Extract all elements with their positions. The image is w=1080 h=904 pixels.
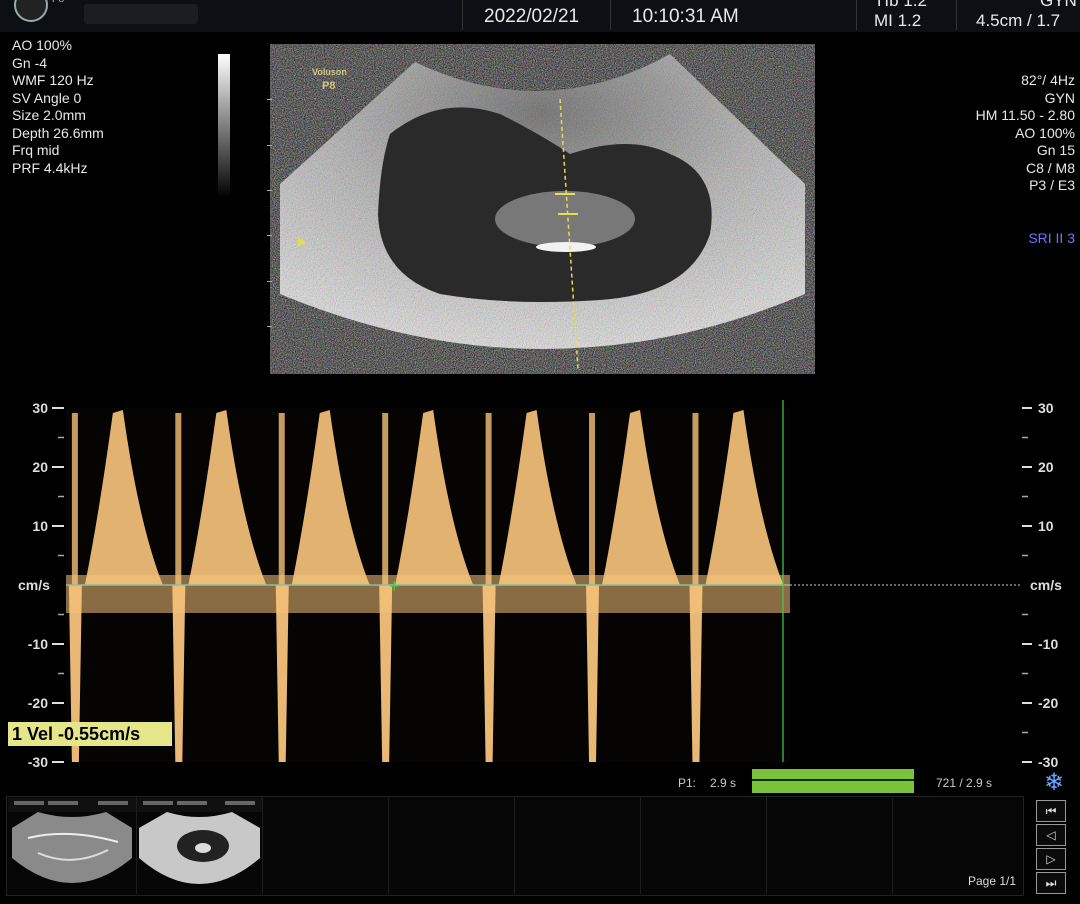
header-divider [610, 0, 611, 30]
mi-index: MI 1.2 [874, 11, 922, 30]
header-divider [856, 0, 857, 30]
header-divider [956, 0, 957, 30]
header-divider [462, 0, 463, 30]
imaging-param: AO 100% [1015, 124, 1075, 141]
prev-page-button[interactable]: ◁ [1036, 824, 1066, 846]
acquisition-param: AO 100% [12, 37, 72, 53]
embryo [495, 191, 635, 247]
acquisition-param: Frq mid [12, 142, 60, 158]
left-scale-label: 20 [32, 459, 48, 475]
forward-spike [485, 413, 492, 585]
depth-frame-rate: 4.5cm / 1.7 [976, 11, 1061, 30]
right-scale-label: -20 [1038, 695, 1058, 711]
first-page-button[interactable]: ⏮ [1036, 800, 1066, 822]
right-scale-label: 30 [1038, 400, 1054, 416]
forward-spike [692, 413, 699, 585]
next-page-button[interactable]: ▷ [1036, 848, 1066, 870]
imaging-param: 82°/ 4Hz [1021, 72, 1075, 88]
thumb-divider [766, 796, 767, 894]
forward-spike [175, 413, 182, 585]
yolk-echo [536, 242, 596, 252]
tib-index: TIb 1.2 [874, 0, 927, 10]
imaging-param: GYN [1044, 89, 1075, 106]
acquisition-param: SV Angle 0 [12, 89, 82, 106]
caliper-cross-icon: + [389, 576, 400, 596]
last-page-button[interactable]: ⏭ [1036, 872, 1066, 894]
left-params: AO 100% Gn -4 WMF 120 Hz SV Angle 0 Size 2.0… [12, 37, 104, 177]
p1-value: 2.9 s [710, 776, 737, 790]
imaging-param: Gn 15 [1036, 142, 1075, 158]
acquisition-param: PRF 4.4kHz [12, 159, 88, 176]
left-scale-label: 10 [32, 518, 48, 534]
right-scale-label: -10 [1038, 636, 1058, 652]
thumb-divider [892, 796, 893, 894]
right-unit-label: cm/s [1030, 577, 1062, 593]
left-scale-label: 30 [32, 400, 48, 416]
baseline-band [66, 575, 790, 613]
acquisition-param: Gn -4 [12, 54, 48, 71]
exam-date: 2022/02/21 [484, 6, 580, 27]
left-unit-label: cm/s [18, 577, 50, 593]
thumbnail-2[interactable] [137, 798, 262, 892]
bmode-image [280, 54, 805, 370]
exam-time: 10:10:31 AM [632, 6, 739, 27]
cine-progress-marker [752, 779, 914, 781]
p1-label: P1: [678, 776, 697, 790]
page-indicator: Page 1/1 [968, 874, 1017, 888]
right-params: 82°/ 4Hz GYN HM 11.50 - 2.80 AO 100% Gn 15 C8… [976, 37, 1075, 265]
snowflake-icon[interactable]: ❄ [1044, 768, 1064, 797]
logo-sub: P8 [52, 0, 64, 5]
imaging-param: C8 / M8 [1025, 159, 1075, 176]
thumb-divider [514, 796, 515, 894]
left-scale-label: -10 [28, 636, 48, 652]
acquisition-param: WMF 120 Hz [12, 72, 94, 88]
left-scale-label: -20 [28, 695, 48, 711]
acquisition-param: Size 2.0mm [12, 107, 86, 123]
thumb-divider [640, 796, 641, 894]
preset-label: GYN [1040, 0, 1077, 10]
imaging-param: P3 / E3 [1029, 177, 1075, 193]
left-scale-label: -30 [28, 754, 48, 770]
doppler-spectrum: +30 3020 2010 10-10 -10-20 -20-30 -30cm/s cm/s [18, 400, 1062, 770]
patient-name-box [84, 4, 198, 24]
sri-label: SRI II 3 [1028, 229, 1075, 246]
right-scale-label: 20 [1038, 459, 1054, 475]
frame-count: 721 / 2.9 s [936, 776, 993, 790]
thumbnail-1[interactable] [8, 798, 136, 892]
forward-spike [382, 413, 389, 585]
cine-progress-bar[interactable] [752, 769, 914, 793]
imaging-param: HM 11.50 - 2.80 [975, 107, 1075, 123]
thumb-divider [388, 796, 389, 894]
right-scale-label: 10 [1038, 518, 1054, 534]
forward-spike [71, 413, 78, 585]
velocity-readout: 1 Vel -0.55cm/s [8, 722, 172, 746]
forward-spike [278, 413, 285, 585]
forward-spike [589, 413, 596, 585]
acquisition-param: Depth 26.6mm [12, 124, 104, 141]
thumb-divider [262, 796, 263, 894]
grayscale-bar [218, 54, 230, 198]
